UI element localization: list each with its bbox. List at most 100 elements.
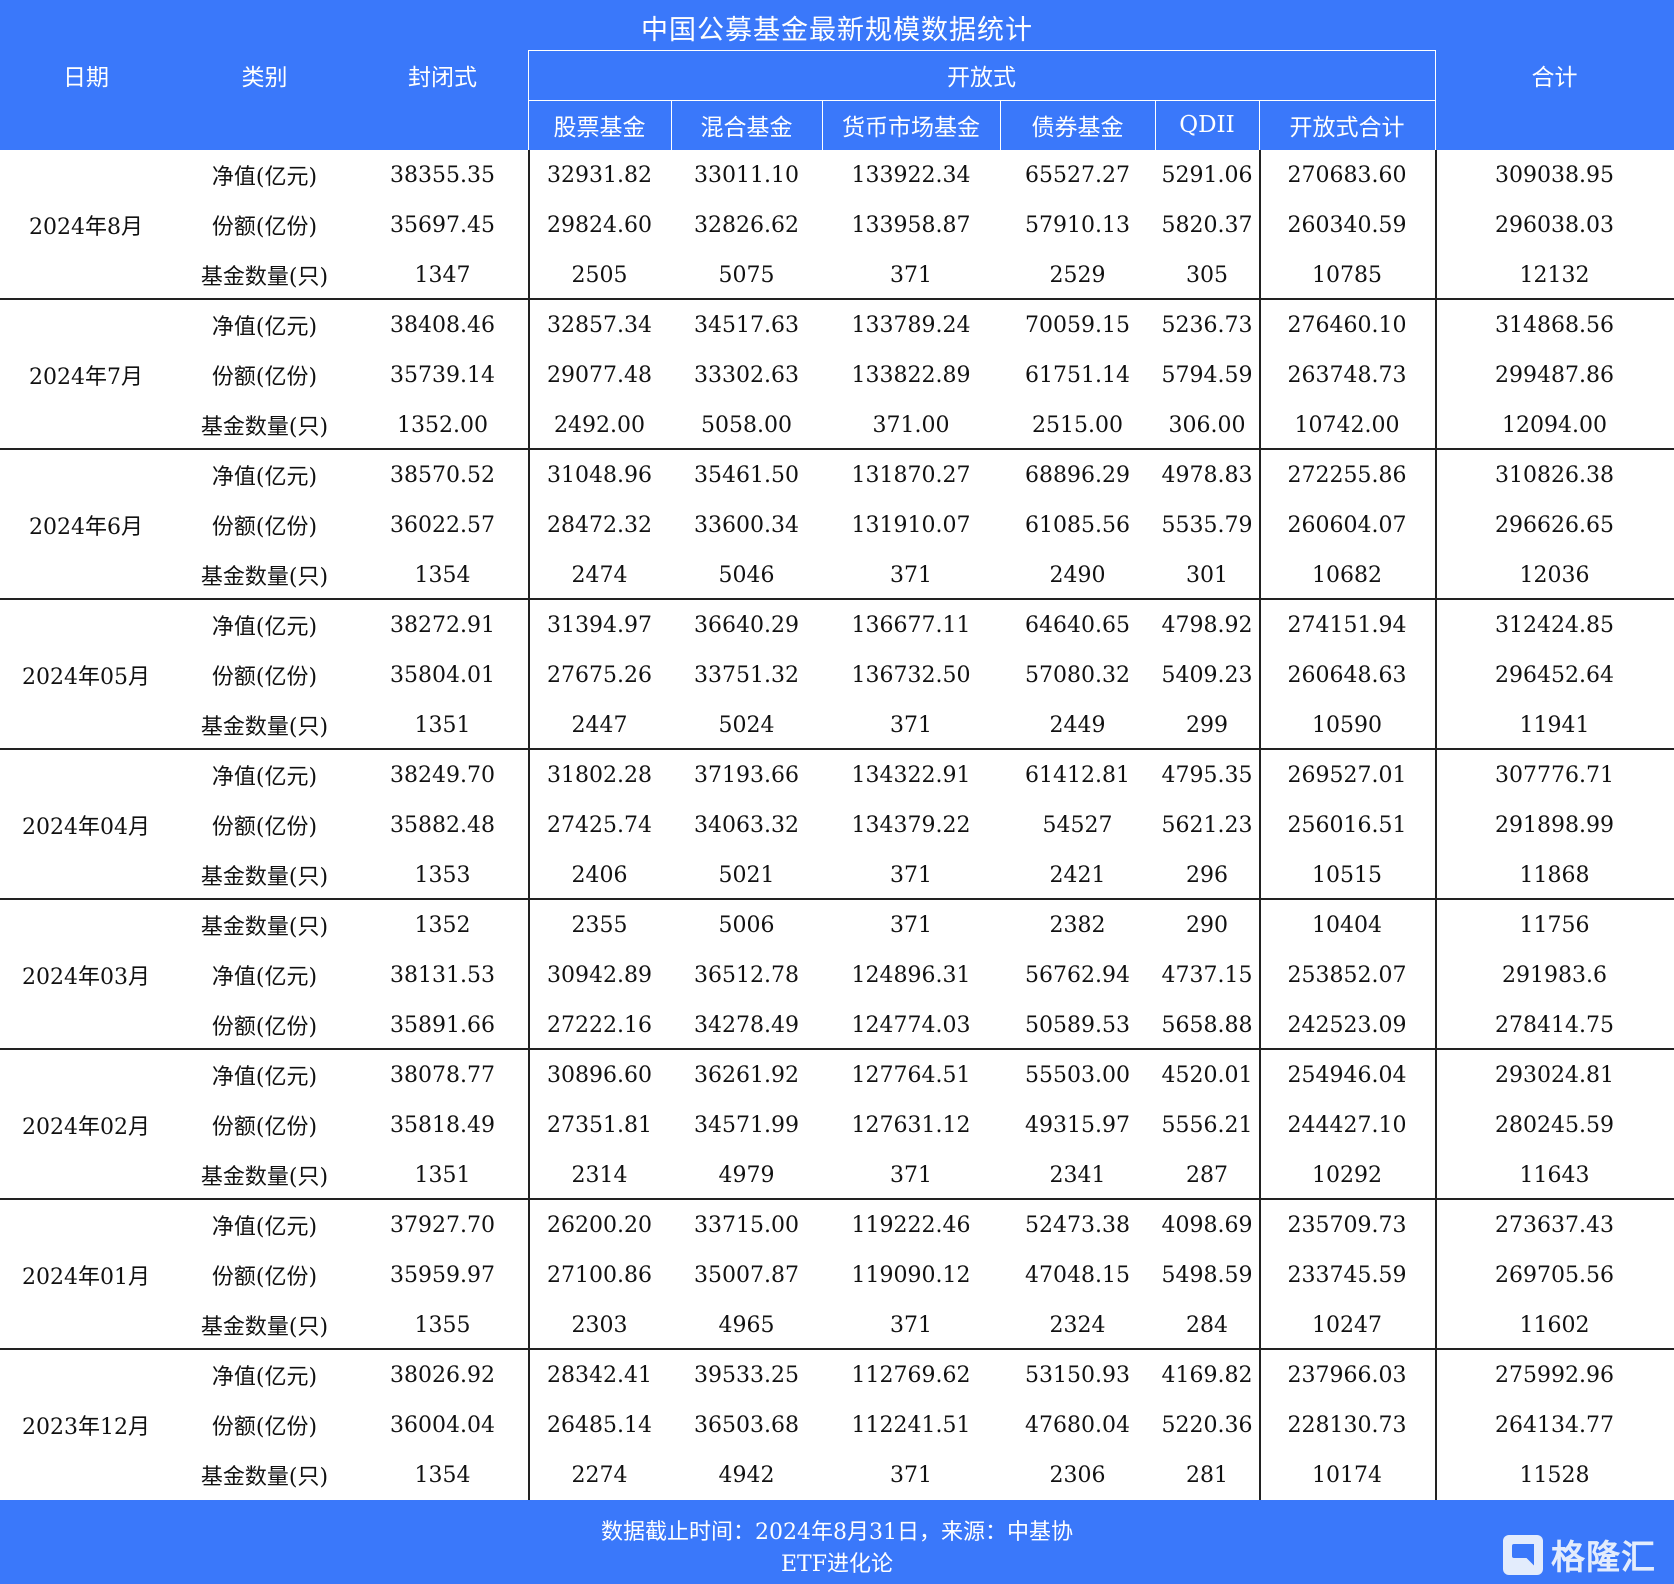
cell-qdii: 5220.36 [1161, 1412, 1253, 1438]
table-row: 净值(亿元) 38570.52 31048.96 35461.50 131870.27 6… [0, 450, 1674, 500]
month-group: 2024年04月 净值(亿元) 38249.70 31802.28 37193.66 13… [0, 750, 1674, 900]
cell-open-total: 253852.07 [1287, 962, 1407, 988]
cell-money-market: 133958.87 [851, 212, 971, 238]
table-row: 份额(亿份) 35697.45 29824.60 32826.62 133958.87 5… [0, 200, 1674, 250]
cell-money-market: 133789.24 [851, 312, 971, 338]
cell-closed: 35959.97 [390, 1262, 495, 1288]
cell-money-market: 119090.12 [851, 1262, 971, 1288]
cell-open-total: 242523.09 [1287, 1012, 1407, 1038]
cell-hybrid: 33715.00 [694, 1212, 799, 1238]
cell-money-market: 127764.51 [851, 1062, 971, 1088]
cell-bond: 61412.81 [1025, 762, 1130, 788]
cell-category: 基金数量(只) [200, 715, 329, 740]
cell-hybrid: 4965 [718, 1312, 775, 1338]
month-group: 2023年12月 净值(亿元) 38026.92 28342.41 39533.25 11… [0, 1350, 1674, 1500]
cell-stock: 31802.28 [547, 762, 652, 788]
table-row: 净值(亿元) 38131.53 30942.89 36512.78 124896.31 5… [0, 950, 1674, 1000]
cell-open-total: 260604.07 [1287, 512, 1407, 538]
cell-hybrid: 36512.78 [694, 962, 799, 988]
cell-qdii: 4098.69 [1161, 1212, 1253, 1238]
table-row: 基金数量(只) 1347 2505 5075 371 2529 305 10785 12132 [0, 250, 1674, 300]
cell-stock: 26485.14 [547, 1412, 652, 1438]
cell-total: 291983.6 [1502, 962, 1607, 988]
cell-bond: 70059.15 [1025, 312, 1130, 338]
cell-total: 12132 [1519, 262, 1590, 288]
cell-total: 11528 [1519, 1462, 1590, 1488]
month-group: 2024年02月 净值(亿元) 38078.77 30896.60 36261.92 12… [0, 1050, 1674, 1200]
cell-money-market: 134379.22 [851, 812, 971, 838]
cell-open-total: 233745.59 [1287, 1262, 1407, 1288]
table-row: 份额(亿份) 35739.14 29077.48 33302.63 133822.89 6… [0, 350, 1674, 400]
cell-open-total: 235709.73 [1287, 1212, 1407, 1238]
cell-bond: 2382 [1049, 912, 1106, 938]
cell-qdii: 4798.92 [1161, 612, 1253, 638]
cell-closed: 35739.14 [390, 362, 495, 388]
cell-qdii: 5820.37 [1161, 212, 1253, 238]
cell-stock: 30896.60 [547, 1062, 652, 1088]
cell-bond: 2529 [1049, 262, 1106, 288]
header-divider [1259, 100, 1260, 150]
header-divider [528, 50, 1435, 51]
column-divider [1435, 150, 1437, 1500]
table-row: 份额(亿份) 35891.66 27222.16 34278.49 124774.03 5… [0, 1000, 1674, 1050]
table-row: 净值(亿元) 37927.70 26200.20 33715.00 119222.46 5… [0, 1200, 1674, 1250]
cell-bond: 47680.04 [1025, 1412, 1130, 1438]
cell-stock: 2447 [571, 712, 628, 738]
footer: 数据截止时间：2024年8月31日，来源：中基协 ETF进化论 格隆汇 [0, 1500, 1674, 1584]
table-row: 份额(亿份) 35804.01 27675.26 33751.32 136732.50 5… [0, 650, 1674, 700]
cell-hybrid: 33600.34 [694, 512, 799, 538]
cell-qdii: 4520.01 [1161, 1062, 1253, 1088]
cell-stock: 29077.48 [547, 362, 652, 388]
cell-qdii: 306.00 [1168, 412, 1246, 438]
cell-closed: 38026.92 [390, 1362, 495, 1388]
table-row: 份额(亿份) 35882.48 27425.74 34063.32 134379.22 5… [0, 800, 1674, 850]
cell-qdii: 299 [1186, 712, 1228, 738]
table-row: 基金数量(只) 1353 2406 5021 371 2421 296 10515 11868 [0, 850, 1674, 900]
table-row: 份额(亿份) 35818.49 27351.81 34571.99 127631.12 4… [0, 1100, 1674, 1150]
cell-bond: 2306 [1049, 1462, 1106, 1488]
cell-money-market: 371.00 [872, 412, 950, 438]
cell-qdii: 4978.83 [1161, 462, 1253, 488]
cell-closed: 35891.66 [390, 1012, 495, 1038]
cell-hybrid: 35461.50 [694, 462, 799, 488]
cell-category: 净值(亿元) [211, 765, 318, 790]
cell-category: 份额(亿份) [211, 1115, 318, 1140]
cell-hybrid: 33302.63 [694, 362, 799, 388]
cell-open-total: 276460.10 [1287, 312, 1407, 338]
cell-category: 份额(亿份) [211, 1015, 318, 1040]
cell-category: 净值(亿元) [211, 165, 318, 190]
header-closed: 封闭式 [408, 65, 477, 91]
cell-stock: 31394.97 [547, 612, 652, 638]
cell-closed: 1352.00 [397, 412, 488, 438]
watermark-logo: 格隆汇 [1503, 1530, 1656, 1579]
cell-total: 275992.96 [1495, 1362, 1614, 1388]
cell-total: 264134.77 [1495, 1412, 1614, 1438]
cell-money-market: 371 [890, 862, 932, 888]
cell-qdii: 5498.59 [1161, 1262, 1253, 1288]
table-row: 基金数量(只) 1354 2274 4942 371 2306 281 10174 11528 [0, 1450, 1674, 1500]
cell-bond: 2341 [1049, 1162, 1106, 1188]
cell-stock: 27222.16 [547, 1012, 652, 1038]
cell-closed: 38355.35 [390, 162, 495, 188]
header-total: 合计 [1531, 65, 1578, 91]
cell-closed: 38078.77 [390, 1062, 495, 1088]
cell-bond: 54527 [1042, 812, 1113, 838]
cell-bond: 52473.38 [1025, 1212, 1130, 1238]
cell-closed: 1354 [414, 562, 471, 588]
cell-stock: 28472.32 [547, 512, 652, 538]
cell-money-market: 136677.11 [851, 612, 971, 638]
cell-open-total: 237966.03 [1287, 1362, 1407, 1388]
cell-total: 11643 [1519, 1162, 1590, 1188]
table-row: 基金数量(只) 1355 2303 4965 371 2324 284 10247 11602 [0, 1300, 1674, 1350]
cell-money-market: 133922.34 [851, 162, 971, 188]
cell-closed: 35804.01 [390, 662, 495, 688]
cell-category: 净值(亿元) [211, 315, 318, 340]
cell-stock: 2274 [571, 1462, 628, 1488]
cell-stock: 2492.00 [554, 412, 645, 438]
cell-bond: 64640.65 [1025, 612, 1130, 638]
cell-open-total: 228130.73 [1287, 1412, 1407, 1438]
cell-stock: 27425.74 [547, 812, 652, 838]
cell-open-total: 10404 [1312, 912, 1382, 938]
cell-closed: 1351 [414, 712, 471, 738]
cell-closed: 35818.49 [390, 1112, 495, 1138]
